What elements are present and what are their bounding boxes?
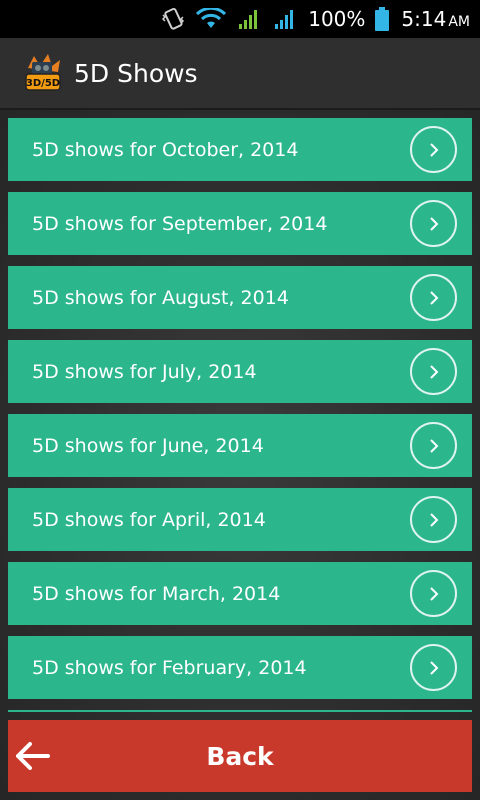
- action-bar: 3D/5D 5D Shows: [0, 38, 480, 110]
- list-item-label: 5D shows for February, 2014: [32, 656, 307, 679]
- list-item-label: 5D shows for October, 2014: [32, 138, 299, 161]
- list-item-label: 5D shows for April, 2014: [32, 508, 266, 531]
- content-area: 5D shows for October, 2014 5D shows for …: [0, 110, 480, 800]
- chevron-right-icon[interactable]: [410, 570, 457, 617]
- chevron-right-icon[interactable]: [410, 274, 457, 321]
- battery-percent: 100%: [308, 7, 366, 31]
- chevron-right-icon[interactable]: [410, 200, 457, 247]
- list-item-label: 5D shows for September, 2014: [32, 212, 328, 235]
- app-logo-icon[interactable]: 3D/5D: [22, 52, 64, 94]
- list-item-august-2014[interactable]: 5D shows for August, 2014: [8, 266, 472, 329]
- list-item-label: 5D shows for July, 2014: [32, 360, 257, 383]
- clock: 5:14 AM: [401, 7, 470, 31]
- clock-time: 5:14: [401, 7, 447, 31]
- show-list: 5D shows for October, 2014 5D shows for …: [8, 118, 472, 710]
- clock-ampm: AM: [448, 14, 470, 30]
- wifi-icon: [196, 8, 227, 30]
- app-logo-text: 3D/5D: [26, 78, 60, 89]
- list-item-label: 5D shows for June, 2014: [32, 434, 264, 457]
- back-button-label: Back: [206, 741, 274, 771]
- list-item-july-2014[interactable]: 5D shows for July, 2014: [8, 340, 472, 403]
- list-item-october-2014[interactable]: 5D shows for October, 2014: [8, 118, 472, 181]
- list-item-march-2014[interactable]: 5D shows for March, 2014: [8, 562, 472, 625]
- vibrate-icon: [160, 6, 186, 32]
- signal-icon-2: [272, 7, 298, 31]
- chevron-right-icon[interactable]: [410, 496, 457, 543]
- arrow-left-icon: [12, 736, 52, 776]
- chevron-right-icon[interactable]: [410, 644, 457, 691]
- list-item-june-2014[interactable]: 5D shows for June, 2014: [8, 414, 472, 477]
- signal-icon-1: [236, 7, 262, 31]
- list-item-label: 5D shows for August, 2014: [32, 286, 289, 309]
- list-item-april-2014[interactable]: 5D shows for April, 2014: [8, 488, 472, 551]
- list-item-february-2014[interactable]: 5D shows for February, 2014: [8, 636, 472, 699]
- page-title: 5D Shows: [74, 58, 198, 88]
- status-bar: 100% 5:14 AM: [0, 0, 480, 38]
- chevron-right-icon[interactable]: [410, 348, 457, 395]
- battery-icon: [375, 7, 390, 31]
- divider: [8, 710, 472, 712]
- chevron-right-icon[interactable]: [410, 422, 457, 469]
- list-item-label: 5D shows for March, 2014: [32, 582, 281, 605]
- back-button[interactable]: Back: [8, 720, 472, 792]
- chevron-right-icon[interactable]: [410, 126, 457, 173]
- list-item-september-2014[interactable]: 5D shows for September, 2014: [8, 192, 472, 255]
